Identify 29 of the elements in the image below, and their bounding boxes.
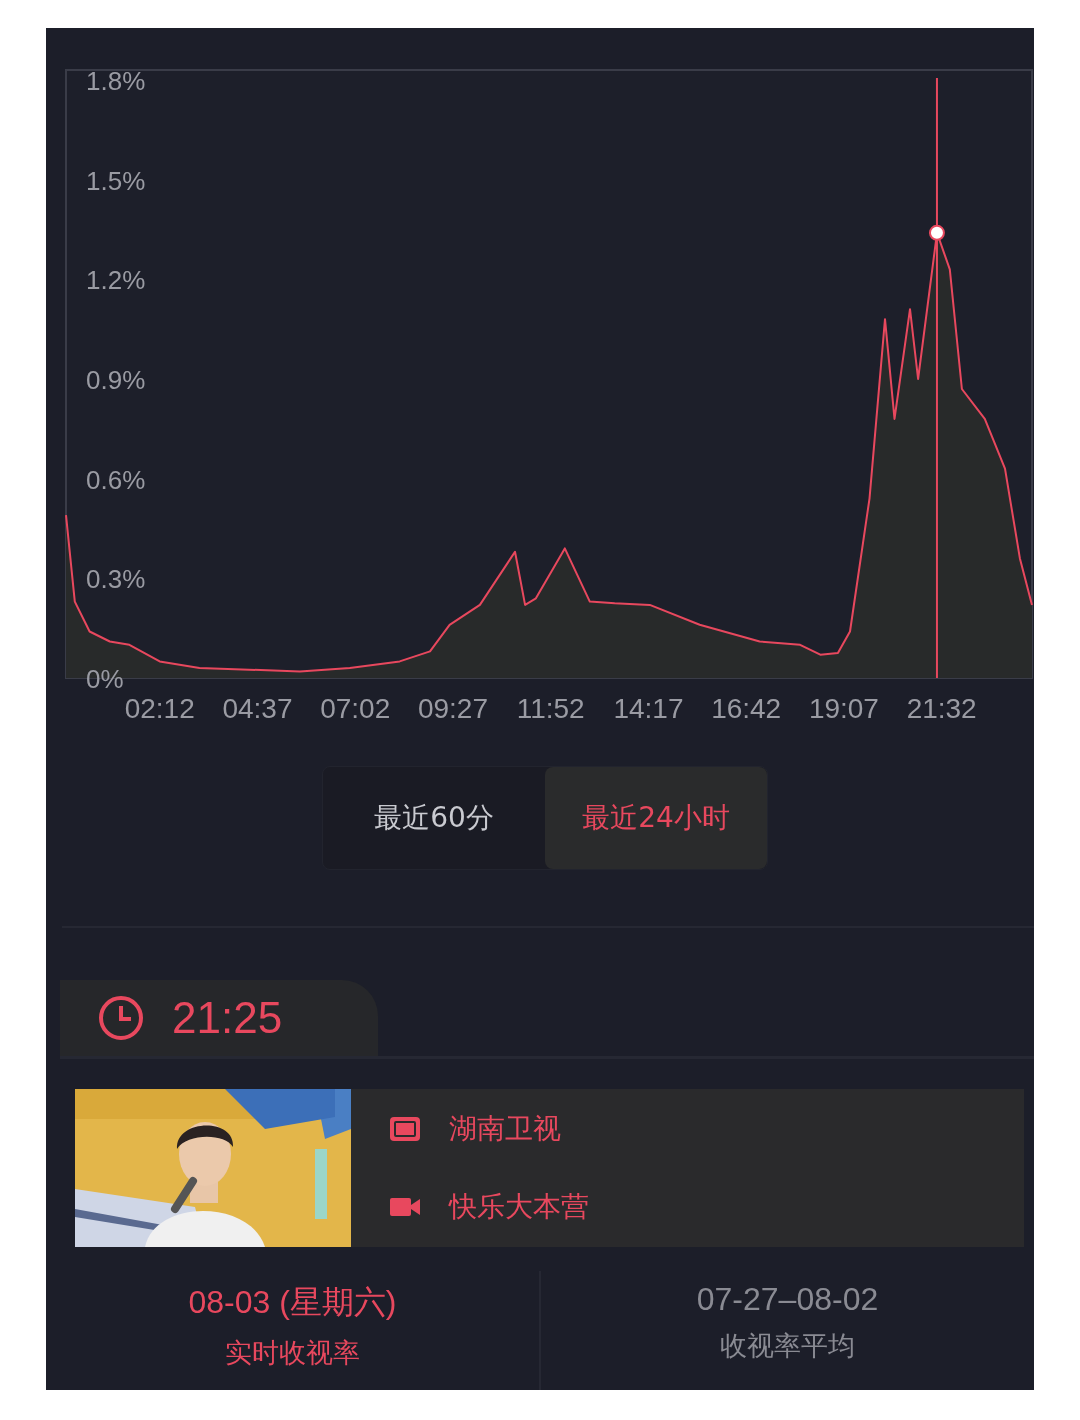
- x-axis-label: 21:32: [906, 693, 977, 724]
- time-text: 21:25: [172, 993, 283, 1043]
- x-axis-label: 04:37: [222, 693, 293, 724]
- range-tab[interactable]: 最近60分: [323, 767, 545, 869]
- y-axis-label: 0%: [86, 664, 124, 694]
- clock-icon: [98, 995, 144, 1041]
- show-name: 快乐大本营: [449, 1189, 589, 1225]
- x-axis-label: 16:42: [711, 693, 782, 724]
- y-axis-label: 0.9%: [86, 365, 146, 395]
- y-axis-label: 1.2%: [86, 265, 146, 296]
- channel-name: 湖南卫视: [449, 1111, 561, 1147]
- x-axis-label: 19:07: [808, 693, 879, 724]
- range-tab[interactable]: 最近24小时: [545, 767, 767, 869]
- stat-label: 收视率平均: [720, 1329, 855, 1363]
- x-axis-label: 09:27: [417, 693, 488, 724]
- stat-value: 07-27–08-02: [696, 1281, 879, 1318]
- y-axis-label: 1.8%: [86, 66, 146, 96]
- y-axis-label: 0.3%: [86, 564, 146, 595]
- stat-value: 08-03 (星期六): [188, 1283, 397, 1322]
- y-axis-label: 1.5%: [86, 165, 146, 196]
- hd-icon: [389, 1116, 421, 1142]
- time-cursor[interactable]: [928, 77, 945, 679]
- x-axis-label: 11:52: [516, 693, 585, 724]
- x-axis-label: 07:02: [320, 693, 391, 724]
- x-axis-label: 14:17: [613, 693, 684, 724]
- stat-label: 实时收视率: [225, 1336, 360, 1370]
- y-axis-label: 0.6%: [86, 464, 146, 495]
- time-tab[interactable]: 21:25: [60, 980, 378, 1056]
- x-axis-label: 02:12: [124, 693, 195, 724]
